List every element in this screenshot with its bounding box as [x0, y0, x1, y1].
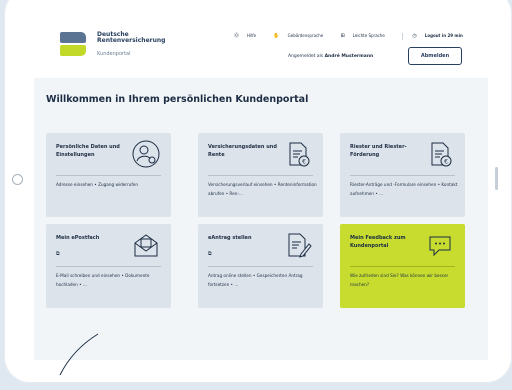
chat-bubble-icon	[429, 236, 451, 257]
sign-language-label: Gebärdensprache	[287, 33, 324, 38]
drv-logo-icon-lower[interactable]	[60, 45, 86, 56]
logout-timer-label: Logout in 29 min	[424, 33, 463, 38]
drv-logo-icon[interactable]	[60, 32, 86, 43]
tile-riester[interactable]: Riester und Riester-Förderung € Riester-…	[340, 133, 465, 217]
tile-description: Riester-Anträge und -Formulare einsehen …	[350, 182, 458, 196]
tile-description: Versicherungsverlauf einsehen • Rentenin…	[208, 182, 317, 196]
sign-language-link[interactable]: ✋ Gebärdensprache	[273, 33, 331, 39]
help-link[interactable]: ⓪ Hilfe	[234, 32, 264, 39]
tile-divider	[208, 266, 313, 267]
divider	[402, 32, 404, 40]
tile-epostfach[interactable]: Mein ePostfach ⧉ E-Mail schreiben und ei…	[46, 224, 171, 308]
tablet-side-button	[495, 167, 498, 190]
svg-text:€: €	[302, 159, 306, 166]
help-label: Hilfe	[247, 33, 257, 38]
edit-document-icon	[288, 233, 312, 258]
tile-title: eAntrag stellen	[208, 235, 252, 241]
tile-description: Wie zufrieden sind Sie? Was können wir b…	[350, 273, 449, 287]
hand-icon: ✋	[273, 33, 280, 39]
tile-divider	[350, 266, 455, 267]
tablet-frame: Deutsche Rentenversicherung Kundenportal…	[4, 0, 512, 383]
portal-main: Willkommen in Ihrem persönlichen Kundenp…	[34, 78, 488, 360]
portal-screen: Deutsche Rentenversicherung Kundenportal…	[34, 10, 488, 360]
brand-line-2: Rentenversicherung	[97, 37, 166, 44]
external-link-icon: ⧉	[208, 251, 212, 257]
external-link-icon: ⧉	[56, 251, 60, 257]
tile-eantrag[interactable]: eAntrag stellen ⧉ Antrag online stellen …	[198, 224, 323, 308]
user-settings-icon	[132, 140, 160, 168]
user-name: André Mustermann	[324, 54, 374, 59]
tile-title: Mein ePostfach	[56, 235, 100, 241]
portal-header: Deutsche Rentenversicherung Kundenportal…	[34, 10, 488, 78]
brand-portal-name: Kundenportal	[97, 51, 131, 57]
mailbox-icon	[134, 234, 158, 257]
help-icon: ⓪	[234, 33, 240, 39]
tile-divider	[350, 175, 455, 176]
tile-description: Adresse einsehen • Zugang widerrufen	[56, 182, 139, 187]
tile-divider	[56, 266, 161, 267]
tile-divider	[208, 175, 313, 176]
euro-document-icon: €	[431, 142, 452, 167]
book-icon: ⊞	[340, 33, 345, 39]
top-links: ⓪ Hilfe ✋ Gebärdensprache ⊞ Leichte Sprache…	[234, 32, 479, 40]
tile-feedback[interactable]: Mein Feedback zum Kundenportal Wie zufri…	[340, 224, 465, 308]
page-title: Willkommen in Ihrem persönlichen Kundenp…	[46, 94, 309, 105]
svg-text:€: €	[444, 159, 448, 166]
euro-document-icon: €	[289, 142, 310, 167]
plain-language-label: Leichte Sprache	[352, 33, 385, 38]
tile-personal-data[interactable]: Persönliche Daten und Einstellungen Adre…	[46, 133, 171, 217]
stylus-pen	[59, 333, 99, 376]
logout-button[interactable]: Abmelden	[408, 47, 462, 65]
tile-divider	[56, 175, 161, 176]
user-prefix: Angemeldet als	[288, 54, 324, 59]
logged-in-user: Angemeldet als André Mustermann	[288, 54, 373, 59]
tile-title: Mein Feedback zum Kundenportal	[350, 235, 406, 249]
tile-title: Persönliche Daten und Einstellungen	[56, 144, 120, 158]
tile-title: Riester und Riester-Förderung	[350, 144, 407, 158]
clock-icon: ◷	[412, 33, 417, 39]
plain-language-link[interactable]: ⊞ Leichte Sprache	[341, 33, 393, 39]
tile-insurance-pension[interactable]: Versicherungsdaten und Rente € Versicher…	[198, 133, 323, 217]
tile-title: Versicherungsdaten und Rente	[208, 144, 277, 158]
tile-description: Antrag online stellen • Gespeicherten An…	[208, 273, 303, 287]
tablet-camera	[12, 174, 23, 185]
tile-description: E-Mail schreiben und einsehen • Dokument…	[56, 273, 150, 287]
logout-timer: ◷ Logout in 29 min	[412, 33, 470, 39]
